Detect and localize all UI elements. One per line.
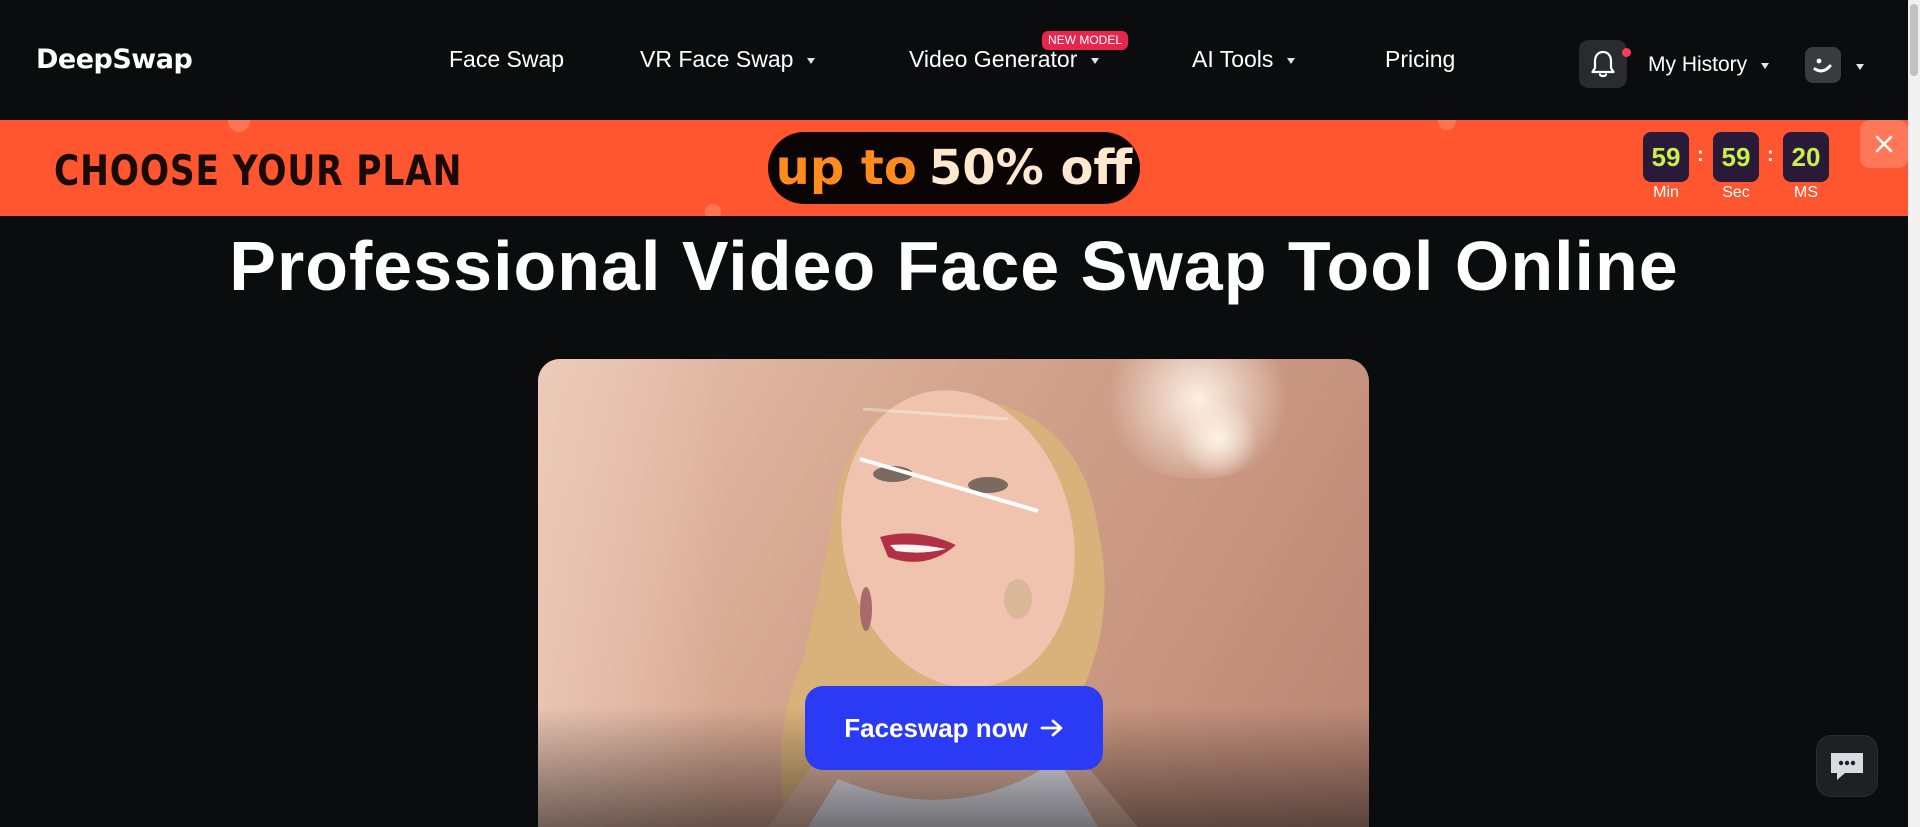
nav-vr-face-swap-label: VR Face Swap <box>640 46 794 72</box>
discount-pill: up to 50% off <box>768 132 1140 204</box>
timer-separator: : <box>1697 144 1704 166</box>
top-nav-bar: DeepSwap Face Swap VR Face Swap Video Ge… <box>0 0 1920 120</box>
timer-ms-label: MS <box>1794 184 1818 201</box>
nav-face-swap[interactable]: Face Swap <box>449 46 564 73</box>
timer-seconds-label: Sec <box>1722 184 1750 201</box>
timer-seconds: 59 <box>1713 132 1759 182</box>
promo-banner[interactable]: CHOOSE YOUR PLAN up to 50% off 59 : 59 :… <box>0 120 1908 216</box>
timer-minutes: 59 <box>1643 132 1689 182</box>
faceswap-now-button[interactable]: Faceswap now <box>805 686 1103 770</box>
nav-ai-tools-label: AI Tools <box>1192 46 1274 72</box>
my-history-label: My History <box>1648 53 1748 76</box>
new-model-badge: NEW MODEL <box>1042 31 1129 50</box>
avatar[interactable] <box>1805 47 1841 83</box>
avatar-caret-icon[interactable] <box>1856 64 1864 70</box>
offer-value: 50% off <box>928 140 1133 196</box>
nav-face-swap-label: Face Swap <box>449 46 565 72</box>
choose-plan-text: CHOOSE YOUR PLAN <box>54 146 463 195</box>
logo[interactable]: DeepSwap <box>36 44 193 75</box>
nav-vr-face-swap[interactable]: VR Face Swap <box>640 46 816 73</box>
nav-pricing[interactable]: Pricing <box>1385 46 1455 73</box>
nav-video-generator-label: Video Generator <box>909 46 1078 72</box>
notification-dot <box>1622 48 1631 57</box>
bell-icon <box>1591 50 1615 78</box>
scrollbar-thumb[interactable] <box>1910 4 1918 76</box>
avatar-icon <box>1813 58 1832 73</box>
my-history-dropdown[interactable]: My History <box>1648 53 1770 77</box>
nav-ai-tools[interactable]: AI Tools <box>1192 46 1296 73</box>
arrow-right-icon <box>1040 719 1063 737</box>
nav-pricing-label: Pricing <box>1385 46 1456 72</box>
caret-down-icon <box>1287 57 1296 64</box>
close-icon <box>1875 135 1893 153</box>
timer-ms: 20 <box>1783 132 1829 182</box>
chat-support-button[interactable] <box>1817 736 1877 796</box>
timer-separator: : <box>1767 144 1774 166</box>
page-scrollbar[interactable] <box>1908 0 1920 827</box>
faceswap-now-label: Faceswap now <box>844 712 1028 743</box>
caret-down-icon <box>1761 63 1770 69</box>
page-title: Professional Video Face Swap Tool Online <box>229 227 1679 305</box>
close-banner-button[interactable] <box>1860 120 1908 168</box>
chat-icon <box>1831 753 1863 780</box>
timer-minutes-label: Min <box>1653 184 1679 201</box>
nav-video-generator[interactable]: Video Generator <box>909 46 1100 73</box>
caret-down-icon <box>1091 57 1100 64</box>
notifications-button[interactable] <box>1579 40 1627 88</box>
offer-prefix: up to <box>775 140 917 196</box>
caret-down-icon <box>807 57 816 64</box>
